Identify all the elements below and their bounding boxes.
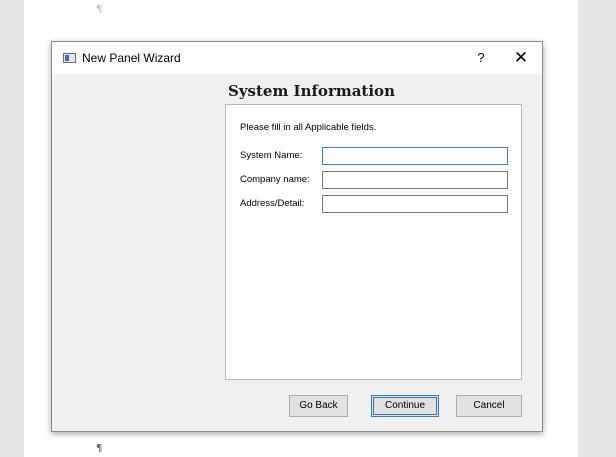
go-back-button[interactable]: Go Back (289, 395, 348, 417)
continue-button[interactable]: Continue (371, 395, 439, 417)
pilcrow-mark: ¶ (96, 4, 103, 15)
instruction-text: Please fill in all Applicable fields. (240, 122, 377, 133)
cancel-button[interactable]: Cancel (456, 395, 522, 417)
address-detail-label: Address/Detail: (240, 198, 305, 209)
form-panel: Please fill in all Applicable fields. Sy… (225, 104, 522, 380)
system-name-label: System Name: (240, 150, 303, 161)
window-icon (63, 53, 76, 63)
page-title: System Information (228, 82, 395, 100)
help-button[interactable]: ? (470, 48, 492, 68)
address-detail-input[interactable] (322, 195, 508, 213)
pilcrow-mark: ¶ (96, 443, 103, 454)
dialog-title: New Panel Wizard (82, 51, 181, 65)
close-button[interactable]: ✕ (507, 47, 535, 69)
continue-button-label: Continue (373, 397, 437, 415)
company-name-label: Company name: (240, 174, 310, 185)
dialog-titlebar[interactable]: New Panel Wizard ? ✕ (52, 42, 542, 74)
system-name-input[interactable] (322, 147, 508, 165)
company-name-input[interactable] (322, 171, 508, 189)
wizard-dialog: New Panel Wizard ? ✕ System Information … (51, 41, 543, 432)
